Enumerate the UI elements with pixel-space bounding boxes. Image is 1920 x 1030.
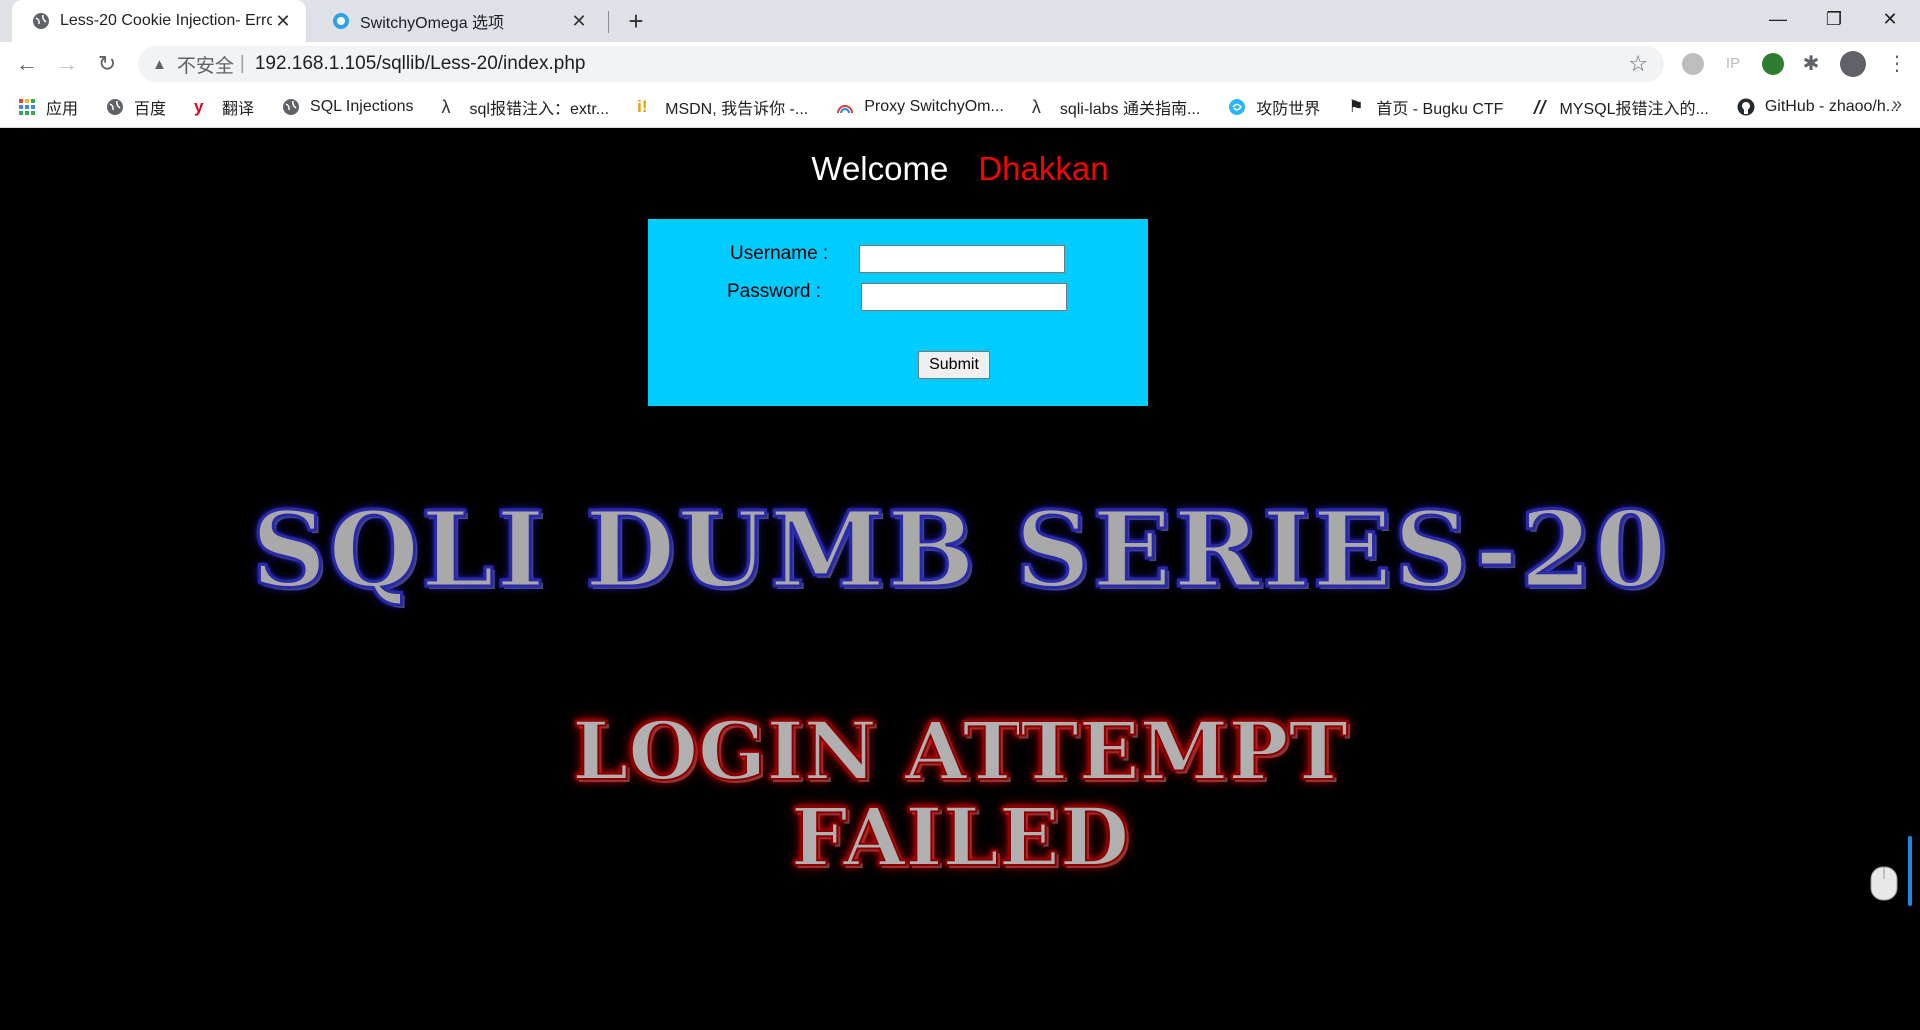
extension-gray-icon[interactable] (1682, 53, 1704, 75)
bookmark-github[interactable]: GitHub - zhaoo/h... (1737, 98, 1899, 116)
failed-line-2: FAILED (790, 790, 1130, 884)
rainbow-icon (836, 98, 854, 116)
youdao-icon: y (194, 96, 204, 116)
omnibox-divider: | (239, 53, 245, 74)
username-label: Username : (730, 243, 829, 264)
bookmark-label: MYSQL报错注入的... (1559, 100, 1709, 118)
window-close-button[interactable]: ✕ (1862, 0, 1918, 38)
profile-avatar-icon[interactable] (1840, 51, 1866, 77)
tab-strip: Less-20 Cookie Injection- Erro ✕ Switchy… (0, 0, 1920, 42)
puzzle-icon[interactable]: ✱ (1800, 53, 1822, 75)
back-button[interactable]: ← (12, 49, 42, 79)
failed-line-1: LOGIN ATTEMPT (571, 704, 1349, 798)
bookmark-label: MSDN, 我告诉你 -... (665, 100, 809, 118)
globe-icon (106, 98, 124, 116)
extension-green-icon[interactable] (1762, 53, 1784, 75)
bookmark-sql-error-extr[interactable]: λ sql报错注入：extr... (442, 95, 610, 119)
menu-kebab-icon[interactable]: ⋮ (1886, 53, 1908, 75)
bookmark-label: 应用 (46, 100, 79, 118)
restore-button[interactable]: ❐ (1806, 0, 1862, 38)
bookmarks-overflow-button[interactable]: » (1892, 94, 1902, 115)
tab-switchyomega[interactable]: SwitchyOmega 选项 ✕ (312, 0, 602, 42)
lambda-icon: λ (441, 96, 451, 117)
welcome-line: Welcome Dhakkan (0, 150, 1920, 188)
bookmark-label: sql报错注入：extr... (469, 100, 610, 118)
warning-triangle-icon[interactable]: ▲ (152, 56, 167, 73)
bookmark-bugku[interactable]: ⚑ 首页 - Bugku CTF (1348, 95, 1503, 119)
apps-grid-icon (18, 98, 36, 116)
bookmark-translate[interactable]: y 翻译 (194, 95, 254, 119)
series-title-image: SQLI DUMB SERIES-20 (250, 487, 1669, 613)
welcome-text: Welcome (811, 150, 949, 187)
forward-button[interactable]: → (52, 49, 82, 79)
flag-icon: ⚑ (1348, 96, 1364, 116)
address-bar[interactable]: ▲ 不安全 | 192.168.1.105/sqllib/Less-20/ind… (138, 46, 1664, 82)
bookmark-label: 首页 - Bugku CTF (1376, 100, 1504, 118)
username-input[interactable] (859, 245, 1065, 273)
scroll-indicator[interactable] (1908, 836, 1912, 906)
globe-icon (282, 98, 300, 116)
github-icon (1737, 98, 1755, 116)
minimize-button[interactable]: — (1750, 0, 1806, 38)
insecure-label: 不安全 (176, 55, 234, 77)
switchyomega-icon (332, 12, 350, 30)
submit-button[interactable]: Submit (918, 351, 990, 379)
bookmark-label: 翻译 (222, 100, 255, 118)
tab-title: Less-20 Cookie Injection- Erro (60, 12, 272, 29)
bookmark-star-icon[interactable]: ☆ (1628, 51, 1648, 77)
mouse-icon[interactable] (1870, 864, 1898, 902)
bookmark-proxy-switchyomega[interactable]: Proxy SwitchyOm... (836, 98, 1004, 116)
tab-separator (608, 11, 609, 33)
bookmark-apps[interactable]: 应用 (18, 95, 78, 119)
bookmark-baidu[interactable]: 百度 (106, 95, 166, 119)
reload-button[interactable]: ↻ (92, 49, 122, 79)
bookmark-msdn[interactable]: i! MSDN, 我告诉你 -... (637, 95, 808, 119)
lambda-icon: λ (1031, 96, 1041, 117)
new-tab-button[interactable]: + (622, 6, 650, 36)
bookmark-sql-injections[interactable]: SQL Injections (282, 97, 414, 116)
close-icon[interactable]: ✕ (568, 10, 590, 32)
slash-icon (1531, 98, 1549, 116)
close-icon[interactable]: ✕ (272, 10, 294, 32)
login-failed-image: LOGIN ATTEMPT FAILED (400, 704, 1520, 884)
password-label: Password : (727, 281, 821, 302)
login-form: Username : Password : Submit (648, 219, 1148, 406)
globe-icon (32, 12, 50, 30)
tab-title: SwitchyOmega 选项 (360, 15, 505, 32)
password-input[interactable] (861, 283, 1067, 311)
browser-toolbar: ← → ↻ ▲ 不安全 | 192.168.1.105/sqllib/Less-… (0, 42, 1920, 86)
bookmark-sqli-labs-guide[interactable]: λ sqli-labs 通关指南... (1032, 95, 1200, 119)
url-text[interactable]: 192.168.1.105/sqllib/Less-20/index.php (255, 53, 586, 75)
page-content: Welcome Dhakkan Username : Password : Sub… (0, 128, 1920, 1030)
bookmark-label: sqli-labs 通关指南... (1059, 100, 1201, 118)
bookmark-label: 攻防世界 (1256, 100, 1321, 118)
welcome-name: Dhakkan (978, 150, 1109, 187)
bookmark-label: Proxy SwitchyOm... (864, 97, 1004, 115)
bookmark-label: SQL Injections (310, 97, 414, 115)
ip-extension-icon[interactable]: IP (1722, 53, 1744, 75)
bookmark-mysql-error[interactable]: MYSQL报错注入的... (1531, 95, 1709, 119)
bookmark-label: 百度 (134, 100, 167, 118)
msdn-icon: i! (637, 96, 648, 116)
swirl-icon (1228, 98, 1246, 116)
bookmark-label: GitHub - zhaoo/h... (1764, 97, 1900, 115)
bookmark-gongfang[interactable]: 攻防世界 (1228, 95, 1320, 119)
tab-less20[interactable]: Less-20 Cookie Injection- Erro ✕ (12, 0, 306, 42)
bookmarks-bar: 应用 百度 y 翻译 SQL Injections λ sql报错注入：extr… (0, 86, 1920, 128)
